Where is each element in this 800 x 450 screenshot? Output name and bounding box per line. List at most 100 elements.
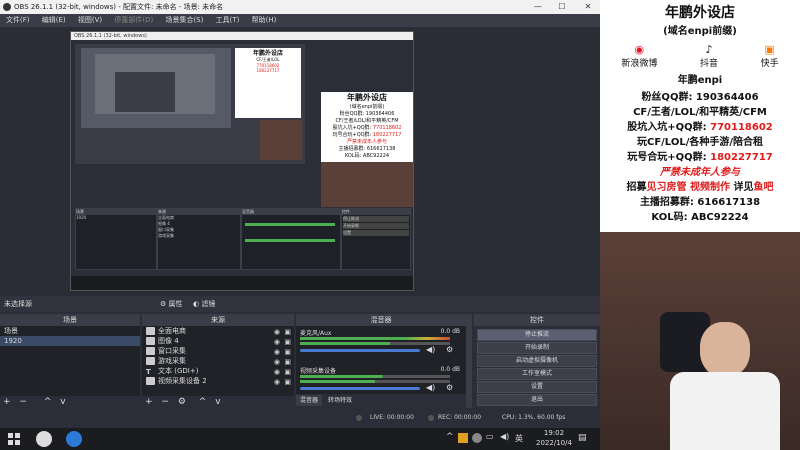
window-title: OBS 26.1.1 (32-bit, windows) - 配置文件: 未命名…	[14, 3, 224, 11]
nested-preview: 年鹏外设店 CF/王者/LOL 770118602 180227717	[75, 44, 305, 164]
exit-button[interactable]: 退出	[477, 394, 597, 406]
sources-footer: + − ⚙ ^ v	[142, 396, 294, 408]
scrollbar[interactable]	[466, 314, 472, 408]
stop-streaming-button[interactable]: 停止推流	[477, 329, 597, 341]
studio-mode-button[interactable]: 工作室模式	[477, 368, 597, 380]
obs-logo-icon	[3, 3, 11, 11]
maximize-button[interactable]: ☐	[550, 0, 574, 14]
social-weibo: ◉ 新浪微博	[621, 43, 657, 69]
source-label: 全面电商	[158, 327, 186, 335]
social-label: 快手	[760, 59, 779, 69]
lock-icon[interactable]: ▣	[284, 377, 291, 387]
minimize-button[interactable]: —	[526, 0, 550, 14]
remove-source-button[interactable]: −	[161, 397, 169, 407]
speaker-icon[interactable]: ◀)	[426, 345, 435, 354]
fans-group: 股坑入坑+QQ群: 770118602	[600, 118, 800, 133]
menu-bar: 文件(F) 编辑(E) 视图(V) 停靠部件(D) 场景集合(S) 工具(T) …	[0, 14, 600, 27]
source-toolbar: 未选择源 ⚙ 属性 ◐ 滤镜	[0, 296, 600, 312]
obs-window: OBS 26.1.1 (32-bit, windows) - 配置文件: 未命名…	[0, 0, 600, 428]
move-down-button[interactable]: v	[60, 397, 65, 407]
source-item[interactable]: 图像 4 ◉ ▣	[142, 336, 294, 346]
input-language[interactable]: 英	[515, 433, 523, 444]
nested-scenes-dock: 场景 1920	[75, 208, 157, 270]
network-icon[interactable]: ▭	[486, 432, 494, 441]
menu-file[interactable]: 文件(F)	[6, 16, 30, 24]
douyin-icon: ♪	[705, 43, 713, 56]
cpu-status: CPU: 1.3%, 60.00 fps	[502, 414, 566, 421]
menu-help[interactable]: 帮助(H)	[252, 16, 277, 24]
games-list: CF/王者/LOL/和平精英/CFM	[633, 107, 767, 118]
preview-canvas[interactable]: OBS 26.1.1 (32-bit, windows) 年鹏外设店 CF/王者…	[0, 27, 600, 296]
tray-app-icon[interactable]	[458, 433, 468, 443]
tab-mixer[interactable]: 混音器	[296, 395, 323, 406]
play-group: 玩CF/LOL/各种手游/陪合租	[636, 137, 763, 148]
mixer-tabs: 混音器 转场特效	[296, 394, 466, 408]
sources-header: 来源	[142, 314, 294, 326]
scene-item[interactable]: 1920	[0, 336, 140, 346]
source-item[interactable]: 视频采集设备 2 ◉ ▣	[142, 376, 294, 386]
streamer-face	[700, 322, 750, 377]
windows-start-icon[interactable]	[8, 433, 20, 445]
remove-scene-button[interactable]: −	[19, 397, 27, 407]
app-taskbar-icon[interactable]	[66, 431, 82, 447]
scenes-list: 场景 1920	[0, 326, 140, 396]
gear-icon[interactable]: ⚙	[178, 397, 186, 407]
menu-docks[interactable]: 停靠部件(D)	[114, 16, 153, 24]
menu-edit[interactable]: 编辑(E)	[42, 16, 66, 24]
social-row: ◉ 新浪微博 ♪ 抖音 ▣ 快手	[600, 43, 800, 69]
text-icon: T	[146, 368, 151, 376]
source-item[interactable]: 窗口采集 ◉ ▣	[142, 346, 294, 356]
social-kuaishou: ▣ 快手	[761, 43, 779, 69]
add-source-button[interactable]: +	[145, 397, 153, 407]
recruit-see: 详见	[733, 182, 754, 193]
scene-item[interactable]: 场景	[0, 326, 140, 336]
start-virtual-camera-button[interactable]: 启动虚拟摄像机	[477, 355, 597, 367]
menu-scene-collection[interactable]: 场景集合(S)	[165, 16, 203, 24]
settings-button[interactable]: 设置	[477, 381, 597, 393]
filters-button[interactable]: ◐ 滤镜	[193, 296, 215, 312]
volume-meter	[300, 337, 450, 340]
start-recording-button[interactable]: 开始录制	[477, 342, 597, 354]
nested-mixer-dock: 混音器	[241, 208, 341, 270]
nested-screen-capture: OBS 26.1.1 (32-bit, windows) 年鹏外设店 CF/王者…	[70, 31, 414, 291]
volume-icon[interactable]: ◀)	[500, 432, 509, 441]
streamer-shirt	[670, 372, 780, 450]
trade-group-label: 玩号合玩+QQ群:	[627, 152, 711, 163]
nested-camera	[321, 162, 413, 207]
weibo-icon: ◉	[634, 43, 645, 56]
move-up-button[interactable]: ^	[44, 397, 52, 407]
eye-icon[interactable]: ◉	[274, 377, 280, 387]
scenes-header: 场景	[0, 314, 140, 326]
gear-icon[interactable]: ⚙	[446, 383, 453, 392]
speaker-icon[interactable]: ◀)	[426, 383, 435, 392]
recruit-tail: 鱼吧	[753, 182, 774, 193]
menu-view[interactable]: 视图(V)	[78, 16, 102, 24]
tab-transitions[interactable]: 转场特效	[324, 395, 356, 406]
kuaishou-icon: ▣	[764, 43, 775, 56]
properties-button[interactable]: ⚙ 属性	[160, 296, 183, 312]
volume-slider[interactable]	[300, 349, 420, 352]
image-icon	[146, 337, 155, 345]
volume-slider[interactable]	[300, 387, 420, 390]
close-button[interactable]: ✕	[576, 0, 600, 14]
host-recruit: 主播招募群: 616617138	[639, 197, 761, 208]
move-down-button[interactable]: v	[215, 397, 220, 407]
overlay-handle: 年鹏enpi	[677, 75, 723, 86]
source-item[interactable]: 全面电商 ◉ ▣	[142, 326, 294, 336]
obs-taskbar-icon[interactable]	[36, 431, 52, 447]
taskbar: ^ ▭ ◀) 英 19:02 2022/10/4 ▤	[0, 428, 600, 450]
tray-obs-icon[interactable]	[472, 433, 482, 443]
source-item[interactable]: 游戏采集 ◉ ▣	[142, 356, 294, 366]
gear-icon[interactable]: ⚙	[446, 345, 453, 354]
notification-icon[interactable]: ▤	[578, 433, 587, 443]
social-douyin: ♪ 抖音	[700, 43, 718, 69]
nested-overlay-card: 年鹏外设店 CF/王者/LOL 770118602 180227717	[235, 48, 301, 118]
move-up-button[interactable]: ^	[199, 397, 207, 407]
add-scene-button[interactable]: +	[3, 397, 11, 407]
chevron-up-icon[interactable]: ^	[446, 432, 454, 442]
window-icon	[146, 347, 155, 355]
social-label: 新浪微博	[621, 59, 658, 69]
source-item[interactable]: T 文本 (GDI+) ◉ ▣	[142, 366, 294, 376]
menu-tools[interactable]: 工具(T)	[216, 16, 240, 24]
nested-taskbar	[71, 276, 413, 290]
